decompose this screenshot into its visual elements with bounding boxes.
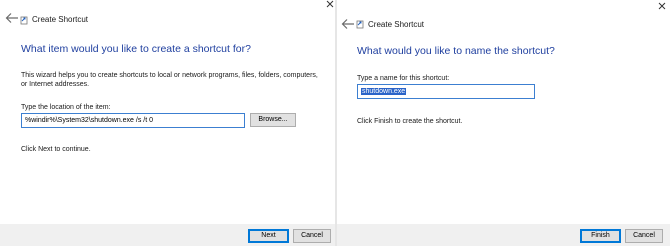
finish-button[interactable]: Finish <box>580 229 621 243</box>
back-arrow-icon[interactable] <box>5 12 19 24</box>
wizard-description: This wizard helps you to create shortcut… <box>21 72 318 88</box>
cancel-button[interactable]: Cancel <box>625 229 663 243</box>
page-heading: What item would you like to create a sho… <box>21 43 251 55</box>
create-shortcut-dialog-name: Create Shortcut What would you like to n… <box>337 0 670 246</box>
location-input[interactable]: %windir%\System32\shutdown.exe /s /t 0 <box>21 113 245 128</box>
shortcut-wizard-icon <box>356 20 364 29</box>
close-icon[interactable] <box>656 2 668 14</box>
shortcut-name-selected-text: shutdown.exe <box>361 88 407 95</box>
finish-instruction: Click Finish to create the shortcut. <box>357 118 463 125</box>
cancel-button[interactable]: Cancel <box>293 229 331 243</box>
next-button-visible[interactable]: Next <box>248 229 289 243</box>
back-arrow-icon[interactable] <box>341 18 355 30</box>
shortcut-name-label: Type a name for this shortcut: <box>357 75 450 82</box>
shortcut-wizard-icon <box>20 16 28 25</box>
page-heading: What would you like to name the shortcut… <box>357 45 555 57</box>
shortcut-name-input[interactable]: shutdown.exe <box>357 84 535 99</box>
location-label: Type the location of the item: <box>21 104 111 111</box>
create-shortcut-dialog-location: Create Shortcut What item would you like… <box>0 0 336 246</box>
browse-button[interactable]: Browse... <box>250 113 296 127</box>
window-title: Create Shortcut <box>32 15 89 24</box>
window-title: Create Shortcut <box>368 20 425 29</box>
continue-instruction: Click Next to continue. <box>21 146 91 153</box>
